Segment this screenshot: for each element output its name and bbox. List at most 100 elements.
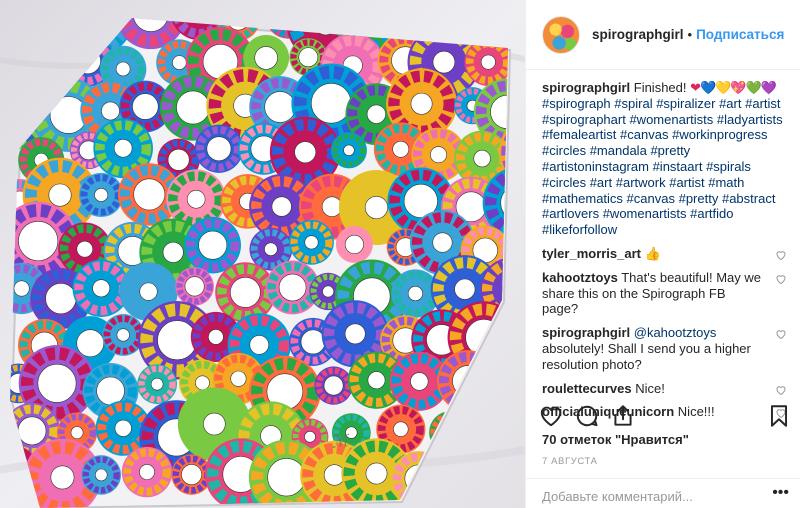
hashtag-link[interactable]: #femaleartist — [542, 127, 616, 142]
spiro-center — [254, 46, 278, 70]
comment-username[interactable]: spirographgirl — [542, 325, 630, 340]
spiro-center — [278, 273, 307, 302]
spiro-center — [473, 149, 491, 168]
hashtag-link[interactable]: #artfido — [690, 206, 733, 221]
hashtag-link[interactable]: #womenartists — [603, 206, 687, 221]
spiro-center — [365, 462, 388, 485]
hashtag-link[interactable]: #artist — [745, 96, 780, 111]
post-date[interactable]: 7 августа — [542, 456, 598, 467]
hashtag-link[interactable]: #art — [590, 175, 612, 190]
spiro-center — [195, 375, 210, 391]
heart-outline-icon[interactable] — [538, 403, 564, 429]
spiro-center — [115, 61, 131, 77]
post-photo[interactable]: ℳ — [0, 0, 525, 508]
hashtag-link[interactable]: #math — [708, 175, 744, 190]
spiro-center — [167, 148, 190, 171]
hashtag-link[interactable]: #artist — [669, 175, 704, 190]
caption-text: Finished! — [633, 80, 687, 95]
hashtag-link[interactable]: #circles — [542, 143, 586, 158]
spiro-center — [432, 50, 456, 74]
spiro-center — [392, 140, 410, 158]
hashtag-link[interactable]: #pretty — [650, 143, 690, 158]
spiro-center — [271, 196, 292, 217]
spiro-center — [50, 465, 75, 490]
hashtag-link[interactable]: #mandala — [590, 143, 647, 158]
more-options-icon[interactable]: ••• — [772, 485, 789, 501]
hashtag-link[interactable]: #pretty — [679, 191, 719, 206]
purple-heart-icon: 💜 — [760, 80, 777, 95]
spiro-center — [310, 83, 352, 124]
spiro-center — [343, 144, 355, 157]
hashtag-link[interactable]: #spiral — [614, 96, 652, 111]
add-comment-input[interactable] — [542, 487, 772, 505]
caption-hashtags: #spirograph #spiral #spiralizer #art #ar… — [542, 96, 783, 237]
spiro-center — [95, 468, 108, 482]
spiro-center — [410, 372, 429, 391]
header-username[interactable]: spirographgirl — [592, 27, 684, 42]
hashtag-link[interactable]: #instaart — [653, 159, 703, 174]
spiro-center — [76, 329, 105, 358]
comment-text: absolutely! Shall I send you a higher re… — [542, 340, 751, 372]
spiro-center — [176, 90, 210, 125]
spiro-center — [267, 458, 306, 497]
hashtag-link[interactable]: #art — [719, 96, 741, 111]
bookmark-icon[interactable] — [766, 403, 792, 429]
comment-username[interactable]: roulettecurves — [542, 381, 632, 396]
spiro-center — [17, 416, 47, 446]
hashtag-link[interactable]: #spirographart — [542, 112, 626, 127]
hashtag-link[interactable]: #artistoninstagram — [542, 159, 649, 174]
hashtag-link[interactable]: #circles — [542, 175, 586, 190]
hashtag-link[interactable]: #artwork — [616, 175, 666, 190]
spiro-center — [230, 370, 247, 387]
spiro-center — [364, 195, 388, 220]
hashtag-link[interactable]: #artlovers — [542, 206, 599, 221]
spiro-center — [181, 464, 202, 486]
comment-mention[interactable]: @kahootztoys — [634, 325, 717, 340]
likes-count[interactable]: 70 отметок "Нравится" — [542, 432, 689, 447]
share-icon[interactable] — [610, 403, 636, 429]
comment-like-heart-icon[interactable] — [775, 328, 787, 340]
comment-like-heart-icon[interactable] — [775, 249, 787, 261]
hashtag-link[interactable]: #spirograph — [542, 96, 611, 111]
comment-like-heart-icon[interactable] — [775, 384, 787, 396]
hashtag-link[interactable]: #spirals — [706, 159, 751, 174]
comment-username[interactable]: tyler_morris_art — [542, 246, 641, 261]
blue-heart-icon: 💙 — [700, 80, 716, 95]
comment-username[interactable]: kahootztoys — [542, 270, 618, 285]
hashtag-link[interactable]: #canvas — [627, 191, 675, 206]
spiro-center — [96, 376, 125, 406]
thumbs-up-icon: 👍 — [644, 245, 661, 261]
spiro-center — [208, 329, 224, 345]
caption-hearts: ❤💙💛💖💚💜 — [690, 80, 777, 95]
spiro-center — [48, 183, 72, 207]
spiro-center — [264, 91, 296, 123]
speech-bubble-icon[interactable] — [574, 403, 600, 429]
spiro-center — [198, 230, 228, 260]
hashtag-link[interactable]: #ladyartists — [717, 112, 783, 127]
spiro-center — [157, 320, 198, 361]
green-heart-icon: 💚 — [745, 80, 762, 95]
spiro-center — [139, 282, 158, 301]
spiro-center — [344, 234, 364, 254]
hashtag-link[interactable]: #likeforfollow — [542, 222, 617, 237]
comment-like-heart-icon[interactable] — [775, 273, 787, 285]
hashtag-link[interactable]: #mathematics — [542, 191, 623, 206]
caption-username[interactable]: spirographgirl — [542, 80, 630, 95]
hashtag-link[interactable]: #workinprogress — [672, 127, 767, 142]
post-side-panel: spirographgirl • Подписаться spirographg… — [525, 0, 800, 508]
hashtag-link[interactable]: #canvas — [620, 127, 668, 142]
pink-heart-icon: 💖 — [730, 80, 746, 95]
avatar[interactable] — [542, 15, 580, 54]
comment-item: kahootztoys That's beautiful! May we sha… — [542, 270, 787, 317]
spiro-center — [407, 285, 423, 302]
hashtag-link[interactable]: #spiralizer — [656, 96, 715, 111]
spiro-center — [393, 421, 409, 437]
spiro-center — [172, 55, 187, 70]
spiro-center — [184, 276, 205, 297]
follow-button[interactable]: Подписаться — [696, 27, 784, 42]
header-separator: • — [687, 27, 693, 42]
post-header: spirographgirl • Подписаться — [526, 0, 800, 70]
hashtag-link[interactable]: #abstract — [722, 191, 775, 206]
spiro-center — [323, 375, 344, 396]
hashtag-link[interactable]: #womenartists — [629, 112, 713, 127]
